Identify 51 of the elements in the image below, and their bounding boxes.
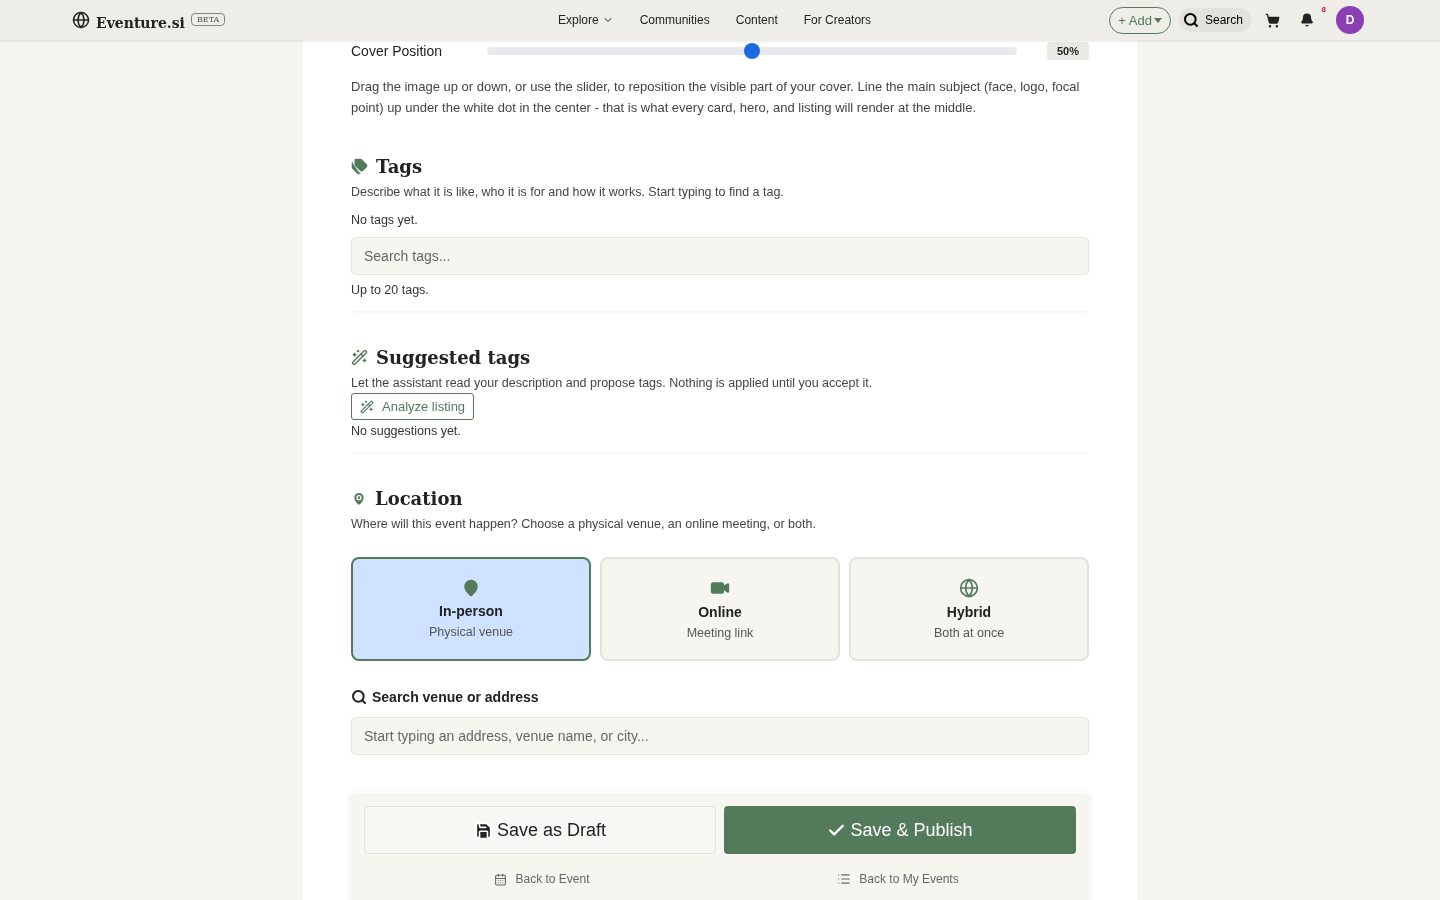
- option-title: In-person: [439, 603, 503, 619]
- logo-text: Eventure.si: [96, 15, 185, 31]
- pin-icon: [462, 579, 480, 597]
- option-subtitle: Both at once: [933, 626, 1005, 640]
- option-title: Hybrid: [946, 604, 992, 620]
- option-subtitle: Meeting link: [686, 626, 754, 640]
- list-icon: [837, 872, 852, 886]
- venue-search-field[interactable]: Start typing an address, venue name, or city...: [351, 717, 1089, 755]
- slider-value: 50%: [1046, 42, 1089, 60]
- section-description: Let the assistant read your description and propose tags. Nothing is applied until you accept it.: [351, 376, 874, 390]
- field-label: Search venue or address: [372, 689, 539, 705]
- back-link[interactable]: Back to Event: [364, 872, 720, 886]
- analyze-button[interactable]: Analyze listing: [351, 393, 475, 420]
- search-button[interactable]: Search: [1178, 8, 1251, 32]
- nav-link[interactable]: For Creators: [803, 13, 872, 27]
- location-option[interactable]: Online Meeting link: [600, 557, 840, 661]
- beta-badge: BETA: [190, 13, 226, 26]
- location-option[interactable]: In-person Physical venue: [351, 557, 591, 661]
- section-title: Suggested tags: [376, 347, 531, 368]
- map-pin-icon: [351, 490, 367, 507]
- tags-icon: [351, 158, 368, 175]
- nav-link[interactable]: Explore: [558, 13, 614, 27]
- nav-link[interactable]: Communities: [639, 13, 710, 27]
- publish-button[interactable]: Save & Publish: [724, 806, 1076, 854]
- section-title: Location: [375, 488, 463, 509]
- help-text: Drag the image up or down, or use the slider, to reposition the visible part of your cover. Line the main subject (face, logo, focal point) up under the white dot in the center - that is what every card, hero, and listing will render at the middle.: [351, 78, 1081, 117]
- nav-link[interactable]: Content: [735, 13, 778, 27]
- caret-icon: [1153, 17, 1162, 23]
- save-draft-button[interactable]: Save as Draft: [364, 806, 716, 854]
- option-subtitle: Physical venue: [428, 625, 514, 639]
- back-link[interactable]: Back to My Events: [720, 872, 1076, 886]
- empty-message: No suggestions yet.: [351, 424, 462, 438]
- search-icon: [1182, 12, 1199, 28]
- magic-wand-icon: [351, 349, 368, 366]
- magic-wand-icon: [360, 399, 374, 414]
- section-description: Describe what it is like, who it is for and how it works. Start typing to find a tag.: [351, 185, 785, 199]
- logo-icon: [72, 11, 90, 29]
- slider-thumb[interactable]: [744, 43, 760, 59]
- search-icon: [351, 689, 367, 705]
- option-title: Online: [698, 604, 742, 620]
- hint-text: Up to 20 tags.: [351, 283, 430, 297]
- field-label: Cover Position: [351, 43, 444, 59]
- calendar-icon: [494, 872, 508, 886]
- location-option[interactable]: Hybrid Both at once: [849, 557, 1089, 661]
- avatar[interactable]: D: [1336, 6, 1364, 34]
- section-title: Tags: [376, 156, 423, 177]
- notification-count: 8: [1321, 5, 1326, 14]
- globe-icon: [959, 578, 979, 598]
- section-description: Where will this event happen? Choose a physical venue, an online meeting, or both.: [351, 517, 817, 531]
- empty-message: No tags yet.: [351, 213, 419, 227]
- tag-search-field[interactable]: Search tags...: [351, 237, 1089, 275]
